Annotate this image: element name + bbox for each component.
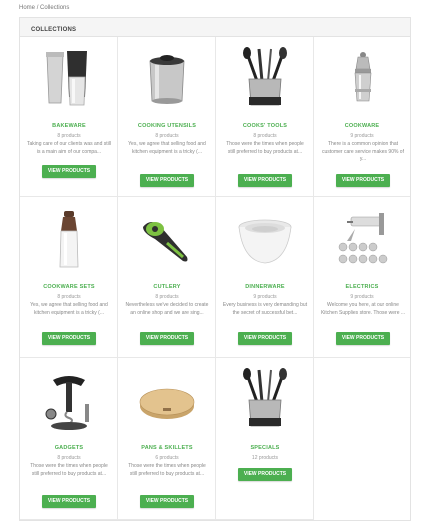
- collection-title[interactable]: GADGETS: [20, 445, 118, 451]
- product-count: 9 products: [253, 294, 277, 300]
- collection-card-cooks-tools: COOKS' TOOLS 8 products Those were the t…: [216, 37, 314, 197]
- collection-description: Those were the times when people still p…: [128, 463, 206, 477]
- ice-bucket-image[interactable]: [137, 47, 197, 113]
- collection-card-cooking-utensils: COOKING UTENSILS 8 products Yes, we agre…: [118, 37, 216, 197]
- view-products-button[interactable]: VIEW PRODUCTS: [42, 495, 96, 508]
- view-products-button[interactable]: VIEW PRODUCTS: [140, 495, 194, 508]
- view-products-button[interactable]: VIEW PRODUCTS: [42, 165, 96, 178]
- collection-title[interactable]: COOKING UTENSILS: [118, 123, 216, 129]
- product-count: 8 products: [57, 294, 81, 300]
- corkscrew-set-image[interactable]: [39, 368, 99, 434]
- collections-panel: COLLECTIONS BAKEWARE 8 products Taking c…: [19, 17, 411, 521]
- product-count: 9 products: [350, 294, 374, 300]
- utensil-holder-image[interactable]: [235, 47, 295, 113]
- product-count: 8 products: [253, 133, 277, 139]
- collection-title[interactable]: COOKWARE: [314, 123, 410, 129]
- breadcrumb-current: Collections: [40, 5, 70, 11]
- collection-card-cutlery: CUTLERY 8 products Nevertheless we've de…: [118, 197, 216, 358]
- collection-card-dinnerware: DINNERWARE 9 products Every business is …: [216, 197, 314, 358]
- collection-card-bakeware: BAKEWARE 8 products Taking care of our c…: [20, 37, 118, 197]
- collection-title[interactable]: COOKWARE SETS: [20, 284, 118, 290]
- avocado-tool-image[interactable]: [137, 207, 197, 273]
- collection-card-gadgets: GADGETS 8 products Those were the times …: [20, 358, 118, 520]
- view-products-button[interactable]: VIEW PRODUCTS: [336, 174, 390, 187]
- collection-description: Those were the times when people still p…: [226, 141, 304, 155]
- view-products-button[interactable]: VIEW PRODUCTS: [238, 174, 292, 187]
- panel-header: COLLECTIONS: [20, 18, 410, 37]
- collection-description: Every business is very demanding but the…: [222, 302, 308, 316]
- cocktail-shaker-image[interactable]: [333, 47, 393, 113]
- view-products-button[interactable]: VIEW PRODUCTS: [238, 332, 292, 345]
- collection-description: Taking care of our clients was and still…: [27, 141, 111, 155]
- product-count: 8 products: [155, 133, 179, 139]
- product-count: 6 products: [155, 455, 179, 461]
- breadcrumb-separator: /: [36, 5, 39, 11]
- cutting-board-image[interactable]: [137, 368, 197, 434]
- page-title: COLLECTIONS: [31, 27, 77, 33]
- view-products-button[interactable]: VIEW PRODUCTS: [238, 468, 292, 481]
- collection-card-cookware-sets: COOKWARE SETS 8 products Yes, we agree t…: [20, 197, 118, 358]
- collection-description: Those were the times when people still p…: [30, 463, 108, 477]
- collection-card-electrics: ELECTRICS 9 products Welcome you here, a…: [314, 197, 410, 358]
- product-count: 8 products: [57, 133, 81, 139]
- view-products-button[interactable]: VIEW PRODUCTS: [140, 174, 194, 187]
- collection-description: Yes, we agree that selling food and kitc…: [128, 141, 206, 155]
- breadcrumb-home-link[interactable]: Home: [19, 5, 35, 11]
- collection-card-pans-skillets: PANS & SKILLETS 6 products Those were th…: [118, 358, 216, 520]
- product-count: 9 products: [350, 133, 374, 139]
- collection-card-cookware: COOKWARE 9 products There is a common op…: [314, 37, 410, 197]
- collection-description: Yes, we agree that selling food and kitc…: [30, 302, 108, 316]
- cookie-press-image[interactable]: [333, 207, 393, 273]
- view-products-button[interactable]: VIEW PRODUCTS: [336, 332, 390, 345]
- collection-title[interactable]: SPECIALS: [216, 445, 314, 451]
- utensil-holder-image[interactable]: [235, 368, 295, 434]
- collection-card-specials: SPECIALS 12 products VIEW PRODUCTS: [216, 358, 314, 520]
- collection-description: There is a common opinion that customer …: [322, 141, 404, 163]
- view-products-button[interactable]: VIEW PRODUCTS: [42, 332, 96, 345]
- mixing-bowls-image[interactable]: [235, 207, 295, 273]
- view-products-button[interactable]: VIEW PRODUCTS: [140, 332, 194, 345]
- collection-title[interactable]: BAKEWARE: [20, 123, 118, 129]
- product-count: 8 products: [155, 294, 179, 300]
- collection-title[interactable]: COOKS' TOOLS: [216, 123, 314, 129]
- collection-title[interactable]: DINNERWARE: [216, 284, 314, 290]
- collection-description: Welcome you here, at our online Kitchen …: [320, 302, 406, 316]
- product-count: 12 products: [251, 455, 279, 461]
- breadcrumb: Home / Collections: [19, 5, 69, 11]
- collection-description: Nevertheless we've decided to create an …: [125, 302, 209, 316]
- collection-title[interactable]: ELECTRICS: [314, 284, 410, 290]
- pepper-mill-image[interactable]: [39, 207, 99, 273]
- collection-title[interactable]: PANS & SKILLETS: [118, 445, 216, 451]
- product-count: 8 products: [57, 455, 81, 461]
- collection-title[interactable]: CUTLERY: [118, 284, 216, 290]
- cocktail-shaker-set-image[interactable]: [39, 47, 99, 113]
